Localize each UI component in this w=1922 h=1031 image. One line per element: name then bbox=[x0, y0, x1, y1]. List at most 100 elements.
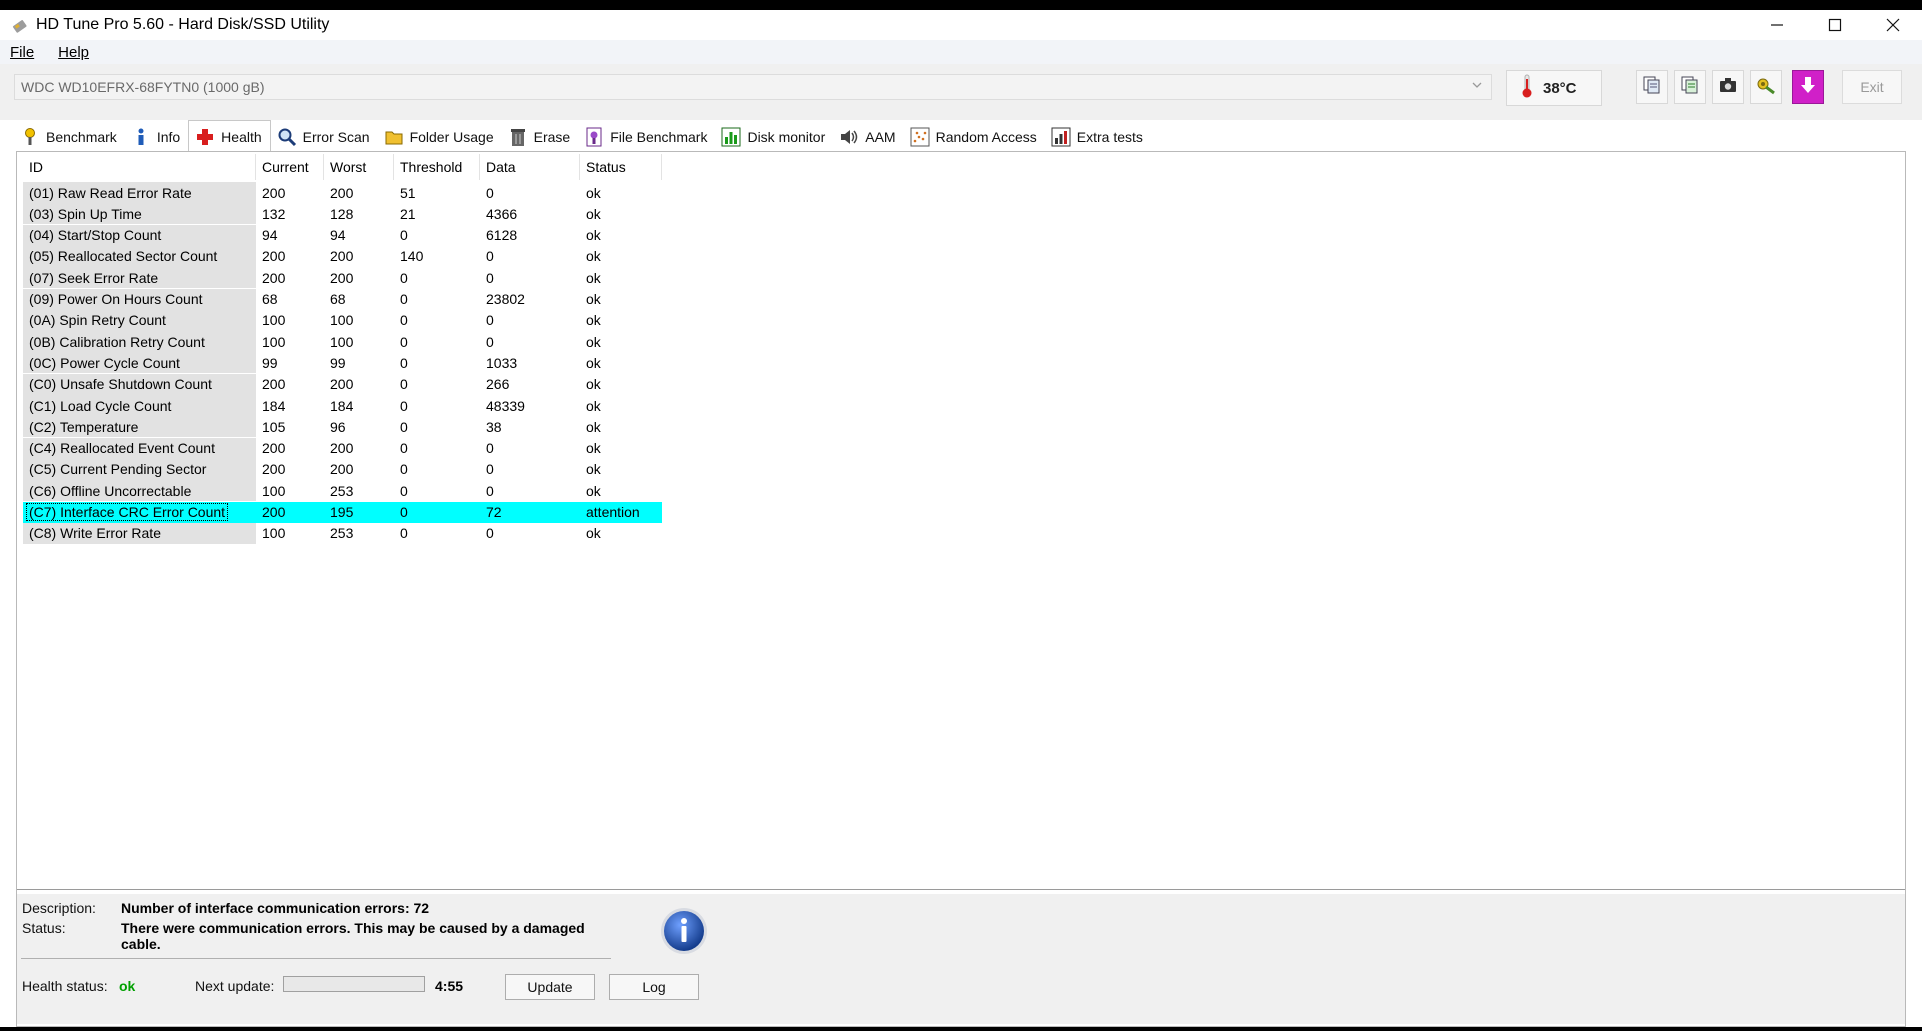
cell-status: ok bbox=[586, 291, 601, 307]
menu-help[interactable]: Help bbox=[58, 44, 89, 61]
table-row[interactable]: (C1) Load Cycle Count 184 184 0 48339 ok bbox=[23, 395, 662, 416]
cell-current: 200 bbox=[262, 440, 286, 457]
column-header-threshold[interactable]: Threshold bbox=[394, 154, 480, 180]
cell-id: (C7) Interface CRC Error Count bbox=[23, 501, 256, 523]
scatter-icon bbox=[910, 127, 930, 147]
update-button[interactable]: Update bbox=[505, 974, 595, 1000]
column-header-current[interactable]: Current bbox=[256, 154, 324, 180]
options-icon bbox=[1755, 75, 1777, 100]
table-row[interactable]: (C6) Offline Uncorrectable 100 253 0 0 ok bbox=[23, 480, 662, 502]
table-row[interactable]: (C5) Current Pending Sector 200 200 0 0 ok bbox=[23, 458, 662, 480]
cell-status: ok bbox=[586, 525, 601, 542]
cell-current: 105 bbox=[262, 418, 286, 435]
cell-data: 0 bbox=[486, 248, 494, 265]
table-row[interactable]: (C4) Reallocated Event Count 200 200 0 0 ok bbox=[23, 437, 662, 459]
tab-benchmark[interactable]: Benchmark bbox=[14, 122, 125, 152]
column-header-status[interactable]: Status bbox=[580, 154, 662, 180]
cell-worst: 100 bbox=[330, 333, 354, 350]
column-header-data[interactable]: Data bbox=[480, 154, 580, 180]
cell-data: 23802 bbox=[486, 291, 525, 307]
table-row[interactable]: (09) Power On Hours Count 68 68 0 23802 ok bbox=[23, 288, 662, 310]
cell-worst: 200 bbox=[330, 248, 354, 265]
menu-file[interactable]: File bbox=[10, 44, 34, 61]
cell-current: 100 bbox=[262, 525, 286, 542]
table-row[interactable]: (05) Reallocated Sector Count 200 200 140 0 o… bbox=[23, 245, 662, 267]
cell-worst: 195 bbox=[324, 501, 394, 523]
cell-worst: 128 bbox=[330, 205, 354, 222]
table-row[interactable]: (0A) Spin Retry Count 100 100 0 0 ok bbox=[23, 309, 662, 331]
cell-data: 1033 bbox=[486, 354, 518, 371]
cell-status: ok bbox=[586, 184, 601, 201]
table-row[interactable]: (0B) Calibration Retry Count 100 100 0 0 ok bbox=[23, 331, 662, 353]
cell-threshold: 0 bbox=[400, 525, 408, 542]
cell-worst: 200 bbox=[330, 184, 354, 201]
cell-id: (C6) Offline Uncorrectable bbox=[23, 480, 256, 502]
health-cross-icon bbox=[195, 127, 215, 147]
cell-data: 72 bbox=[480, 501, 580, 523]
tab-bar: Benchmark Info Health Error Scan Folder … bbox=[14, 120, 1906, 152]
cell-data: 0 bbox=[486, 482, 494, 499]
exit-button[interactable]: Exit bbox=[1842, 70, 1902, 104]
log-button[interactable]: Log bbox=[609, 974, 699, 1000]
magnifier-icon bbox=[277, 127, 297, 147]
cell-id: (0B) Calibration Retry Count bbox=[23, 331, 256, 353]
tab-extra-tests[interactable]: Extra tests bbox=[1045, 122, 1151, 152]
close-button[interactable] bbox=[1864, 10, 1922, 40]
table-row[interactable]: (C0) Unsafe Shutdown Count 200 200 0 266 ok bbox=[23, 373, 662, 395]
folder-icon bbox=[384, 127, 404, 147]
table-row[interactable]: (04) Start/Stop Count 94 94 0 6128 ok bbox=[23, 224, 662, 246]
table-header: ID Current Worst Threshold Data Status bbox=[23, 154, 662, 180]
table-row[interactable]: (0C) Power Cycle Count 99 99 0 1033 ok bbox=[23, 352, 662, 374]
table-row[interactable]: (07) Seek Error Rate 200 200 0 0 ok bbox=[23, 267, 662, 289]
tab-random-access[interactable]: Random Access bbox=[904, 122, 1045, 152]
screenshot-button[interactable] bbox=[1712, 70, 1744, 104]
cell-threshold: 0 bbox=[400, 312, 408, 329]
cell-current: 200 bbox=[262, 184, 286, 201]
cell-current: 200 bbox=[256, 501, 324, 523]
cell-id: (03) Spin Up Time bbox=[23, 203, 256, 225]
copy-info-button[interactable] bbox=[1636, 70, 1668, 104]
cell-data: 0 bbox=[486, 269, 494, 286]
cell-id: (07) Seek Error Rate bbox=[23, 267, 256, 289]
minimize-button[interactable] bbox=[1748, 10, 1806, 40]
cell-data: 48339 bbox=[486, 397, 525, 414]
details-area: Description: Number of interface communi… bbox=[17, 894, 1905, 1024]
cell-status: ok bbox=[586, 440, 601, 457]
table-row[interactable]: (C7) Interface CRC Error Count 200 195 0 72 a… bbox=[23, 501, 662, 523]
save-button[interactable] bbox=[1792, 70, 1824, 104]
cell-worst: 96 bbox=[330, 418, 346, 435]
cell-status: ok bbox=[586, 482, 601, 499]
tab-aam[interactable]: AAM bbox=[833, 122, 903, 152]
table-row[interactable]: (C8) Write Error Rate 100 253 0 0 ok bbox=[23, 522, 662, 544]
table-row[interactable]: (C2) Temperature 105 96 0 38 ok bbox=[23, 416, 662, 438]
column-header-id[interactable]: ID bbox=[23, 154, 256, 180]
cell-threshold: 0 bbox=[400, 269, 408, 286]
screen-bottom-edge bbox=[0, 1027, 1922, 1031]
tab-erase[interactable]: Erase bbox=[502, 122, 579, 152]
description-value: Number of interface communication errors… bbox=[121, 900, 430, 916]
cell-threshold: 51 bbox=[400, 184, 416, 201]
cell-current: 200 bbox=[262, 376, 286, 393]
options-button[interactable] bbox=[1750, 70, 1782, 104]
screen-top-edge bbox=[0, 0, 1922, 10]
tab-file-benchmark[interactable]: File Benchmark bbox=[578, 122, 715, 152]
column-header-worst[interactable]: Worst bbox=[324, 154, 394, 180]
window-title: HD Tune Pro 5.60 - Hard Disk/SSD Utility bbox=[36, 16, 330, 33]
cell-data: 4366 bbox=[486, 205, 518, 222]
cell-threshold: 0 bbox=[400, 354, 408, 371]
tab-error-scan[interactable]: Error Scan bbox=[271, 122, 378, 152]
drive-select[interactable]: WDC WD10EFRX-68FYTN0 (1000 gB) bbox=[14, 74, 1492, 100]
status-value-line2: cable. bbox=[121, 936, 161, 952]
cell-status: attention bbox=[580, 501, 662, 523]
cell-current: 68 bbox=[262, 291, 278, 307]
countdown-value: 4:55 bbox=[435, 978, 464, 994]
table-row[interactable]: (03) Spin Up Time 132 128 21 4366 ok bbox=[23, 203, 662, 225]
maximize-button[interactable] bbox=[1806, 10, 1864, 40]
tab-folder-usage[interactable]: Folder Usage bbox=[378, 122, 502, 152]
copy-all-button[interactable] bbox=[1674, 70, 1706, 104]
tab-disk-monitor[interactable]: Disk monitor bbox=[715, 122, 833, 152]
tab-health[interactable]: Health bbox=[188, 120, 271, 152]
tab-info[interactable]: Info bbox=[125, 122, 188, 152]
bar-chart-icon bbox=[721, 127, 741, 147]
table-row[interactable]: (01) Raw Read Error Rate 200 200 51 0 ok bbox=[23, 182, 662, 203]
